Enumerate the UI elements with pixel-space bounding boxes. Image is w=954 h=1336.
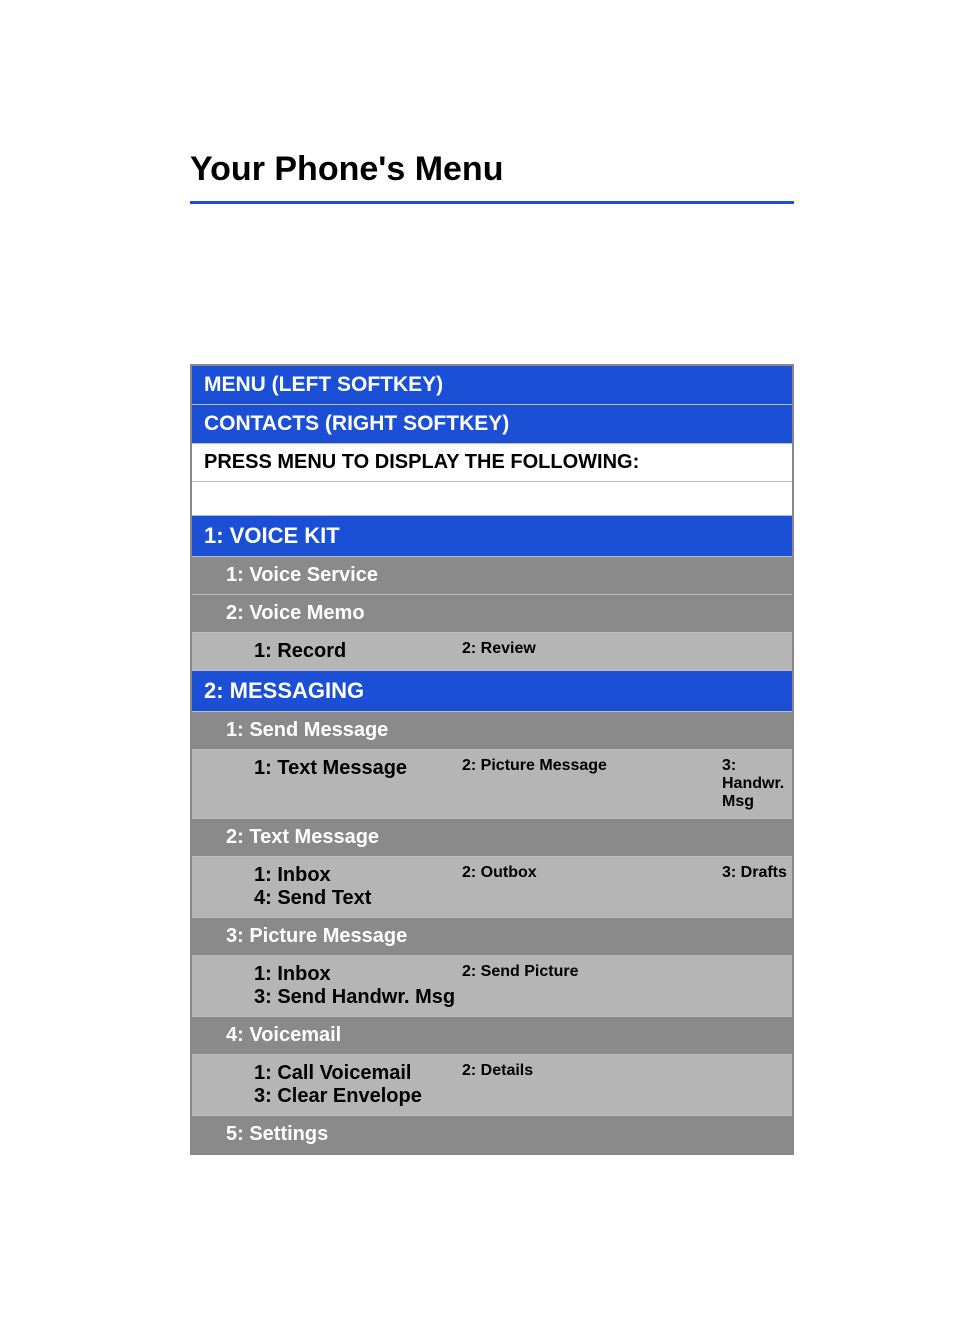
picture-message-inbox: 1: Inbox [254, 963, 462, 986]
voicemail-blank [652, 1055, 792, 1115]
text-message-label: 2: Text Message [192, 819, 792, 856]
voicemail-col1: 1: Call Voicemail 3: Clear Envelope [192, 1055, 462, 1115]
voicemail-row: 4: Voicemail [192, 1017, 792, 1055]
voicemail-details: 2: Details [462, 1055, 652, 1115]
picture-message-blank [652, 956, 792, 1016]
send-message-sub-row: 1: Text Message 2: Picture Message 3: Ha… [192, 750, 792, 819]
voice-service-row: 1: Voice Service [192, 557, 792, 595]
page-title: Your Phone's Menu [190, 150, 794, 204]
text-message-col1: 1: Inbox 4: Send Text [192, 857, 462, 917]
menu-table: MENU (LEFT SOFTKEY) CONTACTS (RIGHT SOFT… [190, 364, 794, 1155]
send-message-handwr: 3: Handwr. Msg [722, 750, 792, 818]
voice-memo-record: 1: Record [192, 633, 462, 670]
picture-message-row: 3: Picture Message [192, 918, 792, 956]
voice-memo-blank [652, 633, 792, 670]
header-press-menu: PRESS MENU TO DISPLAY THE FOLLOWING: [192, 444, 792, 482]
header-menu-softkey: MENU (LEFT SOFTKEY) [192, 366, 792, 405]
picture-message-label: 3: Picture Message [192, 918, 792, 955]
send-message-label: 1: Send Message [192, 712, 792, 749]
text-message-drafts: 3: Drafts [652, 857, 792, 917]
voice-memo-sub-row: 1: Record 2: Review [192, 633, 792, 671]
header-press-menu-text: PRESS MENU TO DISPLAY THE FOLLOWING: [192, 444, 792, 481]
text-message-row: 2: Text Message [192, 819, 792, 857]
voicemail-call: 1: Call Voicemail [254, 1062, 462, 1085]
voice-service-label: 1: Voice Service [192, 557, 792, 594]
section-voice-kit: 1: VOICE KIT [192, 516, 792, 557]
voicemail-sub-row: 1: Call Voicemail 3: Clear Envelope 2: D… [192, 1055, 792, 1116]
header-contacts-softkey-text: CONTACTS (RIGHT SOFTKEY) [192, 405, 792, 443]
settings-label: 5: Settings [192, 1116, 792, 1153]
picture-message-sub-row: 1: Inbox 3: Send Handwr. Msg 2: Send Pic… [192, 956, 792, 1017]
picture-message-send-picture: 2: Send Picture [462, 956, 652, 1016]
text-message-sub-row: 1: Inbox 4: Send Text 2: Outbox 3: Draft… [192, 857, 792, 918]
voice-memo-label: 2: Voice Memo [192, 595, 792, 632]
section-voice-kit-title: 1: VOICE KIT [192, 516, 792, 556]
send-message-text: 1: Text Message [192, 750, 462, 818]
spacer-row [192, 482, 792, 516]
voice-memo-review: 2: Review [462, 633, 652, 670]
text-message-inbox: 1: Inbox [254, 864, 462, 887]
text-message-send-text: 4: Send Text [254, 887, 462, 910]
picture-message-send-handwr: 3: Send Handwr. Msg [254, 986, 462, 1009]
text-message-outbox: 2: Outbox [462, 857, 652, 917]
voicemail-clear: 3: Clear Envelope [254, 1085, 462, 1108]
header-menu-softkey-text: MENU (LEFT SOFTKEY) [192, 366, 792, 404]
picture-message-col1: 1: Inbox 3: Send Handwr. Msg [192, 956, 462, 1016]
section-messaging: 2: MESSAGING [192, 671, 792, 712]
voice-memo-row: 2: Voice Memo [192, 595, 792, 633]
voicemail-label: 4: Voicemail [192, 1017, 792, 1054]
header-contacts-softkey: CONTACTS (RIGHT SOFTKEY) [192, 405, 792, 444]
section-messaging-title: 2: MESSAGING [192, 671, 792, 711]
send-message-row: 1: Send Message [192, 712, 792, 750]
send-message-picture: 2: Picture Message [462, 750, 722, 818]
settings-row: 5: Settings [192, 1116, 792, 1153]
